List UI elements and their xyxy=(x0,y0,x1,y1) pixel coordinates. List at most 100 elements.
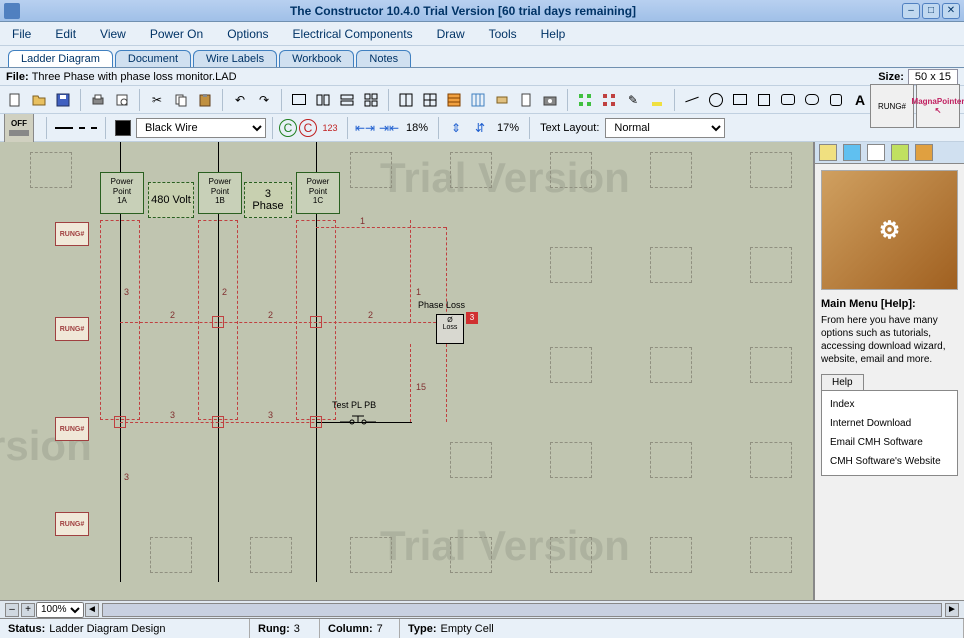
rung-marker[interactable]: RUNG# xyxy=(55,222,89,246)
menu-power-on[interactable]: Power On xyxy=(146,25,207,43)
empty-cell[interactable] xyxy=(450,442,492,478)
node[interactable] xyxy=(310,316,322,328)
copy-icon[interactable] xyxy=(170,89,192,111)
draw-circle-icon[interactable] xyxy=(705,89,727,111)
new-icon[interactable] xyxy=(4,89,26,111)
zoom-select[interactable]: 100% xyxy=(36,602,84,618)
empty-cell[interactable] xyxy=(350,537,392,573)
draw-square-icon[interactable] xyxy=(753,89,775,111)
empty-cell[interactable] xyxy=(450,152,492,188)
empty-cell[interactable] xyxy=(550,442,592,478)
empty-cell[interactable] xyxy=(650,247,692,283)
zoom-out-button[interactable]: – xyxy=(5,603,19,617)
undo-icon[interactable]: ↶ xyxy=(229,89,251,111)
sp-tab-list-icon[interactable] xyxy=(819,144,837,161)
canvas-area[interactable]: Trial Version Version Trial Version RUNG… xyxy=(0,142,814,600)
scroll-right-button[interactable]: ► xyxy=(945,603,959,617)
draw-roundsq-icon[interactable] xyxy=(825,89,847,111)
menu-view[interactable]: View xyxy=(96,25,130,43)
rung-marker[interactable]: RUNG# xyxy=(55,512,89,536)
select-nodes-icon[interactable] xyxy=(574,89,596,111)
draw-roundrect2-icon[interactable] xyxy=(801,89,823,111)
help-tab[interactable]: Help xyxy=(821,374,864,390)
scroll-left-button[interactable]: ◄ xyxy=(85,603,99,617)
menu-draw[interactable]: Draw xyxy=(433,25,469,43)
wire-color-swatch[interactable] xyxy=(112,117,134,139)
layout-2-icon[interactable] xyxy=(312,89,334,111)
open-icon[interactable] xyxy=(28,89,50,111)
print-icon[interactable] xyxy=(87,89,109,111)
empty-cell[interactable] xyxy=(250,537,292,573)
empty-cell[interactable] xyxy=(750,152,792,188)
num-123-icon[interactable]: 123 xyxy=(319,117,341,139)
empty-cell[interactable] xyxy=(550,537,592,573)
layout-4-icon[interactable] xyxy=(360,89,382,111)
menu-file[interactable]: File xyxy=(8,25,35,43)
help-item-email[interactable]: Email CMH Software xyxy=(822,433,957,452)
menu-edit[interactable]: Edit xyxy=(51,25,80,43)
hscroll-track[interactable] xyxy=(102,603,942,617)
rung-marker[interactable]: RUNG# xyxy=(55,317,89,341)
hexpand-right-icon[interactable]: ⇥⇤ xyxy=(378,117,400,139)
empty-cell[interactable] xyxy=(750,442,792,478)
menu-help[interactable]: Help xyxy=(537,25,570,43)
help-item-index[interactable]: Index xyxy=(822,395,957,414)
power-point-1b[interactable]: Power Point 1B xyxy=(198,172,242,214)
menu-electrical-components[interactable]: Electrical Components xyxy=(289,25,417,43)
save-icon[interactable] xyxy=(52,89,74,111)
menu-tools[interactable]: Tools xyxy=(485,25,521,43)
maximize-button[interactable]: □ xyxy=(922,3,940,19)
redo-icon[interactable]: ↷ xyxy=(253,89,275,111)
empty-cell[interactable] xyxy=(30,152,72,188)
doc-icon[interactable] xyxy=(515,89,537,111)
wire-color-select[interactable]: Black Wire xyxy=(136,118,266,138)
power-off-button[interactable]: OFF xyxy=(4,113,34,143)
sp-tab-info-icon[interactable] xyxy=(843,144,861,161)
empty-cell[interactable] xyxy=(550,152,592,188)
text-layout-select[interactable]: Normal xyxy=(605,118,725,138)
sp-tab-note-icon[interactable] xyxy=(891,144,909,161)
tab-notes[interactable]: Notes xyxy=(356,50,411,67)
pushbutton-symbol[interactable] xyxy=(340,414,376,430)
draw-rect-icon[interactable] xyxy=(729,89,751,111)
empty-cell[interactable] xyxy=(550,347,592,383)
tab-workbook[interactable]: Workbook xyxy=(279,50,354,67)
power-point-1a[interactable]: Power Point 1A xyxy=(100,172,144,214)
tab-ladder-diagram[interactable]: Ladder Diagram xyxy=(8,50,113,67)
layout-3-icon[interactable] xyxy=(336,89,358,111)
draw-roundrect-icon[interactable] xyxy=(777,89,799,111)
node[interactable] xyxy=(212,316,224,328)
minimize-button[interactable]: – xyxy=(902,3,920,19)
print-preview-icon[interactable] xyxy=(111,89,133,111)
empty-cell[interactable] xyxy=(650,442,692,478)
line-dashed-icon[interactable] xyxy=(77,117,99,139)
magnapointer-button[interactable]: MagnaPointer↖ xyxy=(916,84,960,128)
empty-cell[interactable] xyxy=(650,537,692,573)
node[interactable] xyxy=(114,416,126,428)
empty-cell[interactable] xyxy=(350,152,392,188)
hexpand-left-icon[interactable]: ⇤⇥ xyxy=(354,117,376,139)
copyright-red-icon[interactable]: C xyxy=(299,119,317,137)
rung-badge-button[interactable]: RUNG# xyxy=(870,84,914,128)
help-item-download[interactable]: Internet Download xyxy=(822,414,957,433)
empty-cell[interactable] xyxy=(650,152,692,188)
cells-icon[interactable] xyxy=(467,89,489,111)
empty-cell[interactable] xyxy=(450,537,492,573)
tab-document[interactable]: Document xyxy=(115,50,191,67)
empty-cell[interactable] xyxy=(150,537,192,573)
rung-marker[interactable]: RUNG# xyxy=(55,417,89,441)
close-button[interactable]: ✕ xyxy=(942,3,960,19)
node[interactable] xyxy=(212,416,224,428)
table-icon[interactable] xyxy=(443,89,465,111)
camera-icon[interactable] xyxy=(539,89,561,111)
sp-tab-book-icon[interactable] xyxy=(915,144,933,161)
line-solid-icon[interactable] xyxy=(53,117,75,139)
tab-wire-labels[interactable]: Wire Labels xyxy=(193,50,277,67)
sp-tab-doc-icon[interactable] xyxy=(867,144,885,161)
layout-1-icon[interactable] xyxy=(288,89,310,111)
grid-1-icon[interactable] xyxy=(395,89,417,111)
vcollapse-icon[interactable]: ⇵ xyxy=(469,117,491,139)
empty-cell[interactable] xyxy=(750,537,792,573)
highlight-icon[interactable] xyxy=(646,89,668,111)
empty-cell[interactable] xyxy=(750,347,792,383)
